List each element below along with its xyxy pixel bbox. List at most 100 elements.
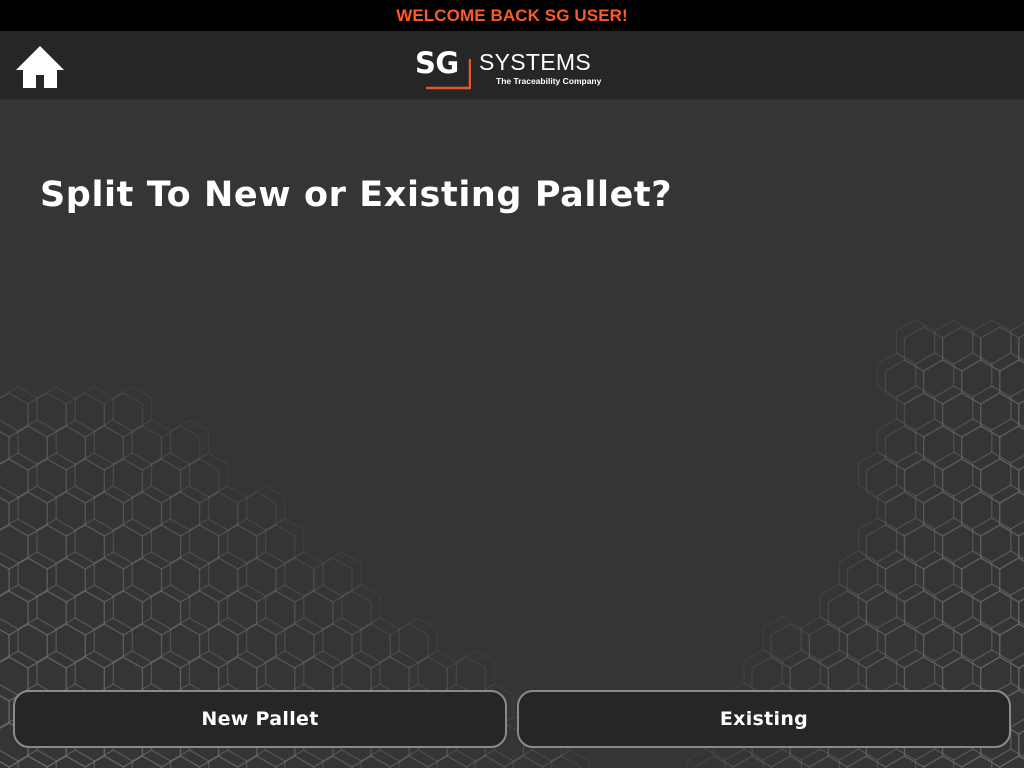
existing-pallet-label: Existing [719, 708, 809, 730]
hexagon-shape [808, 623, 849, 669]
hexagon-shape [188, 518, 229, 564]
hexagon-shape [884, 557, 925, 603]
hexagon-shape [188, 650, 229, 696]
hexagon-shape [246, 551, 286, 597]
hexagon-shape [876, 550, 917, 596]
hexagon-shape [313, 623, 353, 669]
hexagon-shape [922, 491, 963, 537]
hexagon-shape [953, 550, 993, 596]
hexagon-shape [84, 491, 125, 537]
hexagon-shape [150, 452, 191, 498]
hexagon-shape [895, 451, 936, 497]
hexagon-shape [953, 352, 993, 398]
hexagon-shape [953, 484, 993, 530]
hexagon-shape [1018, 532, 1024, 562]
hexagon-shape [93, 485, 134, 531]
hexagon-shape [541, 755, 582, 768]
hexagon-shape [914, 418, 955, 464]
hexagon-shape [150, 584, 191, 630]
hexagon-shape [131, 419, 172, 465]
existing-pallet-button[interactable]: Existing [517, 690, 1011, 748]
hexagon-shape [112, 518, 153, 564]
hexagon-shape [903, 524, 944, 570]
hexagon-shape [884, 755, 925, 768]
logo-name: SYSTEMS [479, 49, 592, 75]
hexagon-shape [933, 649, 974, 695]
hexagon-shape [0, 524, 29, 570]
hexagon-shape [198, 755, 239, 768]
hexagon-shape [876, 352, 917, 398]
hexagon-shape [762, 616, 802, 662]
hexagon-shape [8, 557, 48, 603]
hexagon-shape [922, 623, 963, 669]
hexagon-shape [914, 484, 955, 530]
hexagon-shape [103, 458, 144, 504]
hexagon-shape [379, 650, 419, 696]
hexagon-shape [160, 755, 201, 768]
hexagon-shape [922, 557, 963, 603]
hexagon-shape [417, 650, 457, 696]
hexagon-shape [0, 392, 29, 438]
hexagon-shape [865, 458, 906, 504]
hexagon-shape [74, 452, 114, 498]
hexagon-shape [8, 425, 48, 471]
company-logo: SG SYSTEMS The Traceability Company [412, 44, 622, 92]
hexagon-shape [46, 557, 86, 603]
hexagon-shape [922, 425, 963, 471]
hexagon-shape [770, 623, 810, 669]
hexagon-shape [332, 590, 372, 636]
hexagon-shape [46, 491, 86, 537]
hexagon-shape [941, 326, 982, 372]
hexagon-shape [8, 623, 48, 669]
hexagon-shape [179, 590, 220, 636]
hexagon-shape [961, 755, 1001, 768]
hexagon-shape [1010, 322, 1024, 362]
app-header: SG SYSTEMS The Traceability Company [0, 31, 1024, 99]
hexagon-shape [217, 590, 258, 636]
hexagon-shape [980, 590, 1020, 636]
hexagon-shape [294, 590, 334, 636]
hexagon-shape [857, 451, 898, 497]
hexagon-shape [0, 590, 29, 636]
hexagon-shape [903, 458, 944, 504]
hexagon-shape [198, 557, 239, 603]
hexagon-shape [972, 517, 1012, 563]
hexagon-shape [55, 419, 95, 465]
hexagon-shape [103, 590, 144, 636]
hexagon-shape [17, 419, 57, 465]
hexagon-shape [895, 517, 936, 563]
hexagon-shape [84, 557, 125, 603]
hexagon-shape [112, 386, 153, 432]
home-button[interactable] [12, 43, 68, 89]
hexagon-shape [732, 755, 772, 768]
hexagon-shape [941, 458, 982, 504]
hexagon-shape [265, 518, 305, 564]
hexagon-shape [55, 617, 95, 663]
new-pallet-button[interactable]: New Pallet [13, 690, 507, 748]
hexagon-shape [303, 584, 343, 630]
hexagon-shape [27, 590, 67, 636]
app-screen: WELCOME BACK SG USER! SG SYSTEMS The Tra… [0, 0, 1024, 768]
hexagon-shape [694, 755, 734, 768]
hexagon-shape [961, 491, 1001, 537]
hexagon-shape [74, 386, 114, 432]
hexagon-shape [503, 755, 544, 768]
hexagon-shape [265, 650, 305, 696]
hexagon-shape [341, 650, 381, 696]
hexagon-shape [36, 584, 76, 630]
hexagon-shape [226, 584, 267, 630]
hexagon-shape [303, 650, 343, 696]
hexagon-shape [819, 583, 860, 629]
hexagon-shape [141, 524, 182, 570]
hexagon-shape [237, 557, 277, 603]
hexagon-shape [876, 616, 917, 662]
hexagon-shape [953, 418, 993, 464]
hexagon-shape [256, 590, 296, 636]
hexagon-shape [895, 583, 936, 629]
hexagon-shape [808, 755, 849, 768]
home-icon [16, 46, 64, 88]
hexagon-shape [246, 485, 286, 531]
hexagon-shape [237, 623, 277, 669]
hexagon-shape [284, 551, 324, 597]
hexagon-shape [838, 616, 879, 662]
